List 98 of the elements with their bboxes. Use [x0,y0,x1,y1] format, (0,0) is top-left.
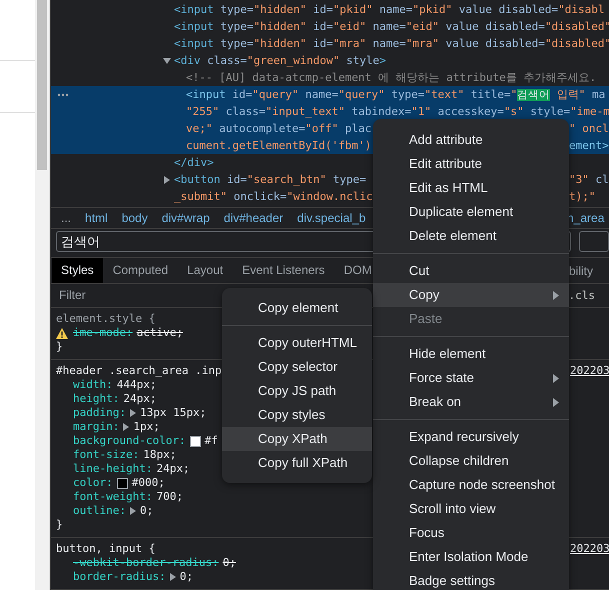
panel-tab[interactable]: Computed [104,258,178,283]
css-value[interactable]: 1px; [133,420,160,434]
menu-item[interactable]: Copy XPath [222,427,372,451]
menu-item[interactable]: Copy [373,283,569,307]
source-link[interactable]: 202203 [570,363,609,378]
code-line[interactable]: <div class="green_window" style> [174,52,386,69]
breadcrumb-item[interactable]: div#header [224,210,284,225]
css-value[interactable]: 0; [140,504,154,518]
code-line[interactable]: <input id="query" name="query" type="text" title="검색어 입력" ma [186,86,606,104]
css-property[interactable]: line-height: [73,462,152,476]
css-value[interactable]: 24px; [156,462,190,476]
breadcrumb-item[interactable]: body [122,210,148,225]
menu-item[interactable]: Copy element [222,296,372,320]
css-property[interactable]: background-color: [73,434,186,448]
cls-button[interactable]: .cls [568,288,609,302]
menu-item[interactable]: Badge settings [373,569,569,590]
menu-item[interactable]: Break on [373,390,569,414]
menu-item[interactable]: Expand recursively [373,425,569,449]
code-fragment: t);" [569,189,596,205]
color-swatch[interactable] [190,436,201,446]
code-line[interactable]: "255" class="input_text" tabindex="1" accesskey="s" style="ime-m [186,103,609,120]
css-property[interactable]: font-weight: [73,490,152,504]
source-link[interactable]: 202203 [570,541,609,556]
css-value[interactable]: 18px; [143,448,176,462]
code-line[interactable]: _submit" onclick="window.nclic [174,188,373,205]
menu-item[interactable]: Enter Isolation Mode [373,545,569,569]
css-value[interactable]: 444px; [116,378,156,392]
css-property[interactable]: border-radius: [73,570,166,584]
css-property[interactable]: width: [73,378,113,392]
menu-item[interactable]: Scroll into view [373,497,569,521]
panel-tab[interactable]: Layout [178,258,232,283]
submenu-arrow-icon [553,374,559,382]
filter-field[interactable]: Filter [51,287,211,304]
color-swatch[interactable] [116,478,128,488]
css-value[interactable]: 13px 15px; [140,406,206,420]
menu-item[interactable]: Copy selector [222,355,372,379]
code-line[interactable]: <input type="hidden" id="mra" name="mra" value disabled="disabled" [174,35,609,52]
menu-item[interactable]: Duplicate element [373,200,569,224]
css-value[interactable]: active; [136,326,183,340]
menu-item[interactable]: Focus [373,521,569,545]
expand-triangle-icon[interactable] [130,409,136,417]
code-fragment: ement> [569,138,609,154]
closing-brace: } [56,340,63,354]
css-value[interactable]: #f [204,434,218,448]
menu-item[interactable]: Edit as HTML [373,176,569,200]
collapse-triangle-icon[interactable] [163,57,171,65]
code-fragment: "3" cl [569,172,609,188]
css-property[interactable]: ime-mode: [73,326,133,340]
menu-item[interactable]: Copy outerHTML [222,331,372,355]
panel-tab[interactable]: Event Listeners [233,258,334,283]
css-value[interactable]: 0; [222,556,236,570]
menu-item[interactable]: Force state [373,366,569,390]
code-line[interactable]: <input type="hidden" id="pkid" name="pkid" value disabled="disabl [174,1,605,18]
breadcrumb-item[interactable]: div.special_b [297,210,366,225]
css-selector: button, input { [56,542,156,555]
expand-triangle-icon[interactable] [163,176,171,184]
css-selector: element.style { [56,312,156,325]
css-value[interactable]: 24px; [123,392,156,406]
breadcrumb-item[interactable]: html [85,210,108,225]
expand-triangle-icon[interactable] [130,507,136,515]
menu-item[interactable]: Copy full XPath [222,451,372,475]
option-box[interactable] [579,231,609,252]
menu-item[interactable]: Copy styles [222,403,372,427]
code-line[interactable]: <input type="hidden" id="eid" name="eid" value disabled="disabled" [174,18,609,35]
css-selector: #header .search_area .inp [56,364,222,377]
submenu-arrow-icon [553,398,559,406]
code-line[interactable]: </div> [174,154,214,171]
css-property[interactable]: height: [73,392,120,406]
expand-triangle-icon[interactable] [123,423,130,431]
code-line[interactable]: <button id="search_btn" type= [174,171,366,188]
closing-brace: } [56,518,63,532]
code-fragment: " oncl [569,121,609,137]
css-property[interactable]: padding: [73,406,126,420]
menu-item[interactable]: Hide element [373,342,569,366]
code-line[interactable]: ve;" autocomplete="off" plac [186,120,372,137]
breadcrumb-more[interactable]: ... [61,210,72,225]
css-property[interactable]: color: [73,476,113,490]
css-property[interactable]: -webkit-border-radius: [73,556,219,570]
breadcrumb-item[interactable]: div#wrap [162,210,210,225]
css-property[interactable]: margin: [73,420,120,434]
menu-item[interactable]: Add attribute [373,128,569,152]
expand-triangle-icon[interactable] [170,573,176,581]
more-icon[interactable] [57,93,69,97]
css-property[interactable]: font-size: [73,448,140,462]
panel-tab[interactable]: Styles [52,258,103,283]
menu-item[interactable]: Edit attribute [373,152,569,176]
code-line[interactable]: <!-- [AU] data-atcmp-element 에 해당하는 attribute를 추가해주세요. [186,69,596,86]
css-value[interactable]: #000; [132,476,165,490]
css-value[interactable]: 0; [180,570,193,584]
menu-item[interactable]: Capture node screenshot [373,473,569,497]
css-property[interactable]: outline: [73,504,126,518]
panel-tab[interactable]: bility [569,264,594,278]
menu-item[interactable]: Collapse children [373,449,569,473]
menu-item[interactable]: Copy JS path [222,379,372,403]
css-value[interactable]: 700; [156,490,183,504]
submenu-arrow-icon [553,290,559,300]
scrollbar-thumb[interactable] [37,0,47,170]
code-line[interactable]: cument.getElementById('fbm') [186,137,372,154]
